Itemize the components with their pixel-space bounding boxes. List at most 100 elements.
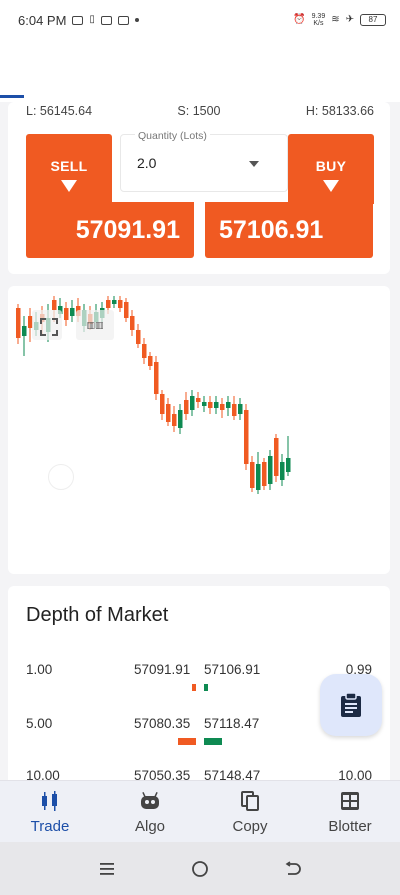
nav-trade[interactable]: Trade — [0, 781, 100, 842]
phone-icon: ▯ — [89, 14, 95, 25]
grid-icon — [341, 792, 359, 810]
bottom-nav: Trade Algo Copy Blotter — [0, 780, 400, 842]
candle-body — [16, 308, 21, 338]
candle-body — [226, 402, 231, 408]
wifi-icon: ≋ — [331, 14, 340, 25]
sell-label: SELL — [50, 158, 88, 174]
nav-blotter-label: Blotter — [328, 818, 372, 835]
buy-price: 57106.91 — [219, 215, 324, 244]
ask-bar — [204, 738, 222, 745]
candle-body — [52, 300, 57, 310]
more-notifications-icon — [134, 18, 139, 22]
system-navigation-bar — [0, 842, 400, 895]
back-icon[interactable] — [284, 860, 302, 877]
linkedin-icon — [100, 15, 112, 25]
spread: S: 1500 — [177, 104, 221, 118]
candle-body — [268, 456, 273, 484]
buy-button[interactable]: BUY — [288, 134, 374, 204]
net-speed-unit: K/s — [313, 20, 324, 27]
net-speed-value: 9.39 — [311, 13, 326, 20]
candle-body — [166, 404, 171, 422]
caret-down-icon — [249, 161, 259, 167]
battery-icon: 87 — [360, 14, 386, 26]
indicators-icon[interactable]: ▥▥ — [76, 310, 114, 340]
crosshair-cursor — [48, 464, 74, 490]
sell-price-button[interactable]: 57091.91 — [26, 202, 194, 258]
candle-body — [112, 300, 117, 304]
video-icon — [72, 15, 84, 25]
nav-blotter[interactable]: Blotter — [300, 781, 400, 842]
quantity-label: Quantity (Lots) — [135, 130, 210, 142]
candle-body — [154, 362, 159, 394]
candle-body — [184, 400, 189, 414]
candlestick-icon — [42, 791, 57, 811]
ask-bar — [204, 684, 208, 691]
net-speed: 9.39 K/s — [312, 13, 326, 27]
nav-copy-label: Copy — [232, 818, 268, 835]
candle-body — [142, 344, 147, 358]
buy-arrow-icon — [323, 180, 339, 192]
candle-body — [238, 404, 243, 414]
candle-body — [280, 462, 285, 480]
candle-body — [208, 402, 213, 408]
alarm-icon: ⏰ — [293, 14, 306, 25]
recent-apps-icon[interactable] — [98, 861, 116, 877]
bid-bar — [192, 684, 196, 691]
airplane-icon: ✈ — [345, 14, 354, 25]
fullscreen-icon[interactable] — [32, 310, 62, 340]
candle-body — [136, 330, 141, 344]
sell-price: 57091.91 — [75, 215, 180, 244]
clipboard-icon — [341, 692, 361, 717]
depth-title: Depth of Market — [26, 604, 169, 626]
candle-body — [118, 300, 123, 308]
ask-price: 57106.91 — [204, 662, 261, 677]
status-bar: 6:04 PM ▯ ⏰ 9.39 K/s ≋ ✈ 87 — [0, 0, 400, 40]
status-time: 6:04 PM — [18, 12, 67, 28]
status-left: 6:04 PM ▯ — [18, 13, 139, 28]
candle-body — [124, 302, 129, 318]
candle-body — [286, 458, 291, 472]
buy-label: BUY — [315, 158, 347, 174]
candle-body — [220, 404, 225, 410]
low-price: L: 56145.64 — [26, 104, 93, 118]
high-price: H: 58133.66 — [305, 104, 374, 118]
bid-price: 57091.91 — [134, 662, 191, 677]
nav-algo-label: Algo — [134, 818, 166, 835]
tab-indicator — [0, 95, 24, 98]
sell-button[interactable]: SELL — [26, 134, 112, 204]
bid-bar — [178, 738, 196, 745]
status-right: ⏰ 9.39 K/s ≋ ✈ 87 — [293, 13, 386, 27]
candle-body — [190, 396, 195, 410]
candle-body — [172, 414, 177, 426]
candle-body — [64, 308, 69, 320]
copy-icon — [241, 791, 259, 811]
chart-card[interactable]: ▥▥ — [8, 286, 390, 574]
home-icon[interactable] — [191, 860, 209, 878]
candle-body — [106, 300, 111, 308]
app-notification-icon — [117, 15, 129, 25]
bid-price: 57080.35 — [134, 716, 191, 731]
bid-volume: 1.00 — [26, 662, 53, 677]
price-stats: L: 56145.64 S: 1500 H: 58133.66 — [0, 104, 400, 124]
clipboard-fab-button[interactable] — [320, 674, 382, 736]
candle-body — [274, 438, 279, 476]
candle-body — [256, 464, 261, 490]
candle-body — [178, 410, 183, 428]
buy-price-button[interactable]: 57106.91 — [205, 202, 373, 258]
robot-icon — [141, 791, 159, 809]
candle-body — [262, 462, 267, 486]
candle-body — [250, 462, 255, 488]
nav-copy[interactable]: Copy — [200, 781, 300, 842]
quantity-select[interactable]: Quantity (Lots) 2.0 — [120, 130, 288, 192]
candle-body — [22, 326, 27, 336]
nav-algo[interactable]: Algo — [100, 781, 200, 842]
sell-arrow-icon — [61, 180, 77, 192]
nav-trade-label: Trade — [30, 818, 70, 835]
candle-body — [148, 356, 153, 366]
app-header — [0, 40, 400, 102]
candle-body — [70, 308, 75, 316]
quantity-value: 2.0 — [137, 155, 157, 171]
price-chart[interactable] — [8, 286, 390, 574]
candle-body — [202, 402, 207, 406]
candle-body — [130, 316, 135, 330]
